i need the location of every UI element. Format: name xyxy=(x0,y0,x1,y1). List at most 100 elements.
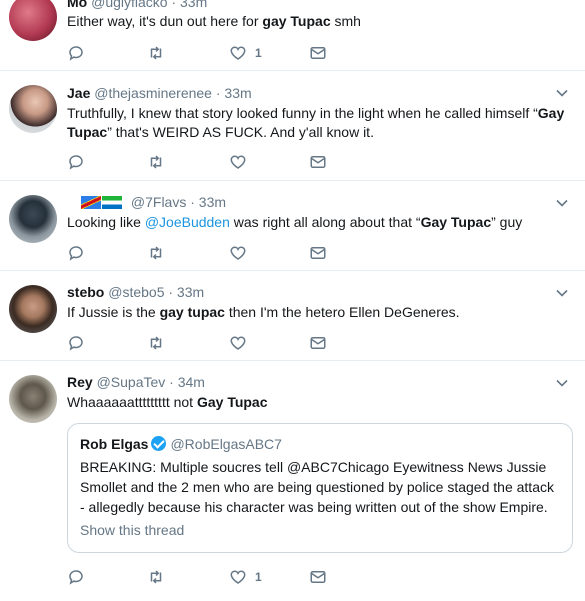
quoted-user-handle[interactable]: @RobElgasABC7 xyxy=(170,436,282,452)
tweet-header: stebo @stebo5 · 33m xyxy=(67,283,204,301)
user-name[interactable]: Mo xyxy=(67,0,87,10)
avatar[interactable] xyxy=(9,0,57,41)
chevron-down-icon[interactable] xyxy=(555,376,569,390)
tweet-actions xyxy=(67,152,427,172)
retweet-button[interactable] xyxy=(147,43,165,63)
mention-link[interactable]: @JoeBudden xyxy=(145,214,230,230)
tweet-text: Truthfully, I knew that story looked fun… xyxy=(67,104,572,142)
quoted-user-name[interactable]: Rob Elgas xyxy=(80,436,148,452)
avatar[interactable] xyxy=(9,285,57,333)
text-segment: ” that's WEIRD AS FUCK. And y'all know i… xyxy=(107,124,374,140)
reply-icon xyxy=(69,246,83,261)
reply-icon xyxy=(69,336,83,351)
text-segment: If Jussie is the xyxy=(67,304,160,320)
text-highlight: gay tupac xyxy=(159,304,225,320)
retweet-button[interactable] xyxy=(147,567,165,587)
avatar[interactable] xyxy=(9,85,57,133)
message-button[interactable] xyxy=(309,43,327,63)
tweet-7flavs[interactable]: @7Flavs · 33m Looking like @JoeBudden wa… xyxy=(0,181,585,271)
text-segment: Whaaaaaattttttttt not xyxy=(67,394,197,410)
tweet-actions xyxy=(67,333,427,353)
heart-icon xyxy=(230,336,246,350)
message-button[interactable] xyxy=(309,567,327,587)
retweet-button[interactable] xyxy=(147,152,165,172)
like-button[interactable]: 1 xyxy=(229,567,262,587)
retweet-button[interactable] xyxy=(147,333,165,353)
tweet-time[interactable]: · 34m xyxy=(169,374,205,390)
like-count: 1 xyxy=(255,570,262,584)
tweet-text: Whaaaaaattttttttt not Gay Tupac xyxy=(67,393,572,412)
tweet-mo[interactable]: Mo @uglyflacko · 33m Either way, it's du… xyxy=(0,0,585,71)
tweet-time[interactable]: · 33m xyxy=(168,284,204,300)
heart-icon xyxy=(230,46,246,60)
reply-icon xyxy=(69,46,83,61)
like-button[interactable] xyxy=(229,152,247,172)
reply-button[interactable] xyxy=(67,567,85,587)
text-segment: Truthfully, I knew that story looked fun… xyxy=(67,105,538,121)
like-button[interactable] xyxy=(229,243,247,263)
message-button[interactable] xyxy=(309,333,327,353)
user-handle[interactable]: @stebo5 xyxy=(108,284,164,300)
direct-message-icon xyxy=(310,47,326,59)
quoted-tweet-header: Rob Elgas @RobElgasABC7 xyxy=(80,435,282,453)
tweet-actions: 1 xyxy=(67,43,427,63)
tweet-jae[interactable]: Jae @thejasminerenee · 33m Truthfully, I… xyxy=(0,71,585,181)
flag-emojis xyxy=(81,195,123,213)
show-thread-link[interactable]: Show this thread xyxy=(80,522,184,538)
tweet-stebo[interactable]: stebo @stebo5 · 33m If Jussie is the gay… xyxy=(0,271,585,361)
direct-message-icon xyxy=(310,337,326,349)
like-button[interactable] xyxy=(229,333,247,353)
like-button[interactable]: 1 xyxy=(229,43,262,63)
user-handle[interactable]: @7Flavs xyxy=(131,194,186,210)
tweet-header: Rey @SupaTev · 34m xyxy=(67,373,205,391)
user-name[interactable]: Rey xyxy=(67,374,93,390)
message-button[interactable] xyxy=(309,152,327,172)
quoted-text-line: - allegedly because his character was be… xyxy=(80,499,548,515)
text-segment: Either way, it's dun out here for xyxy=(67,13,263,29)
tweet-text: If Jussie is the gay tupac then I'm the … xyxy=(67,303,572,322)
reply-button[interactable] xyxy=(67,243,85,263)
retweet-icon xyxy=(150,570,162,584)
tweet-time[interactable]: · 33m xyxy=(190,194,226,210)
sierra-leone-flag-icon xyxy=(102,196,122,209)
text-segment: was right all along about that “ xyxy=(229,214,421,230)
heart-icon xyxy=(230,246,246,260)
retweet-button[interactable] xyxy=(147,243,165,263)
text-highlight: Gay Tupac xyxy=(420,214,492,230)
chevron-down-icon[interactable] xyxy=(555,286,569,300)
tweet-time[interactable]: · 33m xyxy=(171,0,207,10)
verified-badge-icon xyxy=(151,436,167,451)
reply-icon xyxy=(69,155,83,170)
user-name[interactable]: stebo xyxy=(67,284,104,300)
reply-button[interactable] xyxy=(67,333,85,353)
message-button[interactable] xyxy=(309,243,327,263)
tweet-actions xyxy=(67,243,427,263)
quoted-text-line: Smollet and the 2 men who are being ques… xyxy=(80,479,554,495)
user-handle[interactable]: @SupaTev xyxy=(97,374,166,390)
retweet-icon xyxy=(150,155,162,169)
text-segment: Looking like xyxy=(67,214,145,230)
chevron-down-icon[interactable] xyxy=(555,86,569,100)
quoted-tweet-text: BREAKING: Multiple soucres tell @ABC7Chi… xyxy=(80,457,560,517)
avatar[interactable] xyxy=(9,375,57,423)
reply-icon xyxy=(69,570,83,585)
retweet-icon xyxy=(150,46,162,60)
tweet-time[interactable]: · 33m xyxy=(216,85,252,101)
quoted-tweet[interactable]: Rob Elgas @RobElgasABC7 BREAKING: Multipl… xyxy=(67,423,573,553)
user-name[interactable]: Jae xyxy=(67,85,90,101)
like-count: 1 xyxy=(255,46,262,60)
retweet-icon xyxy=(150,336,162,350)
user-handle[interactable]: @thejasminerenee xyxy=(94,85,212,101)
direct-message-icon xyxy=(310,247,326,259)
avatar[interactable] xyxy=(9,195,57,243)
user-handle[interactable]: @uglyflacko xyxy=(91,0,167,10)
dr-congo-flag-icon xyxy=(81,196,101,209)
direct-message-icon xyxy=(310,156,326,168)
chevron-down-icon[interactable] xyxy=(555,196,569,210)
text-segment: then I'm the hetero Ellen DeGeneres. xyxy=(224,304,460,320)
tweet-rey[interactable]: Rey @SupaTev · 34m Whaaaaaattttttttt not… xyxy=(0,361,585,601)
retweet-icon xyxy=(150,246,162,260)
text-highlight: gay Tupac xyxy=(262,13,331,29)
reply-button[interactable] xyxy=(67,43,85,63)
reply-button[interactable] xyxy=(67,152,85,172)
